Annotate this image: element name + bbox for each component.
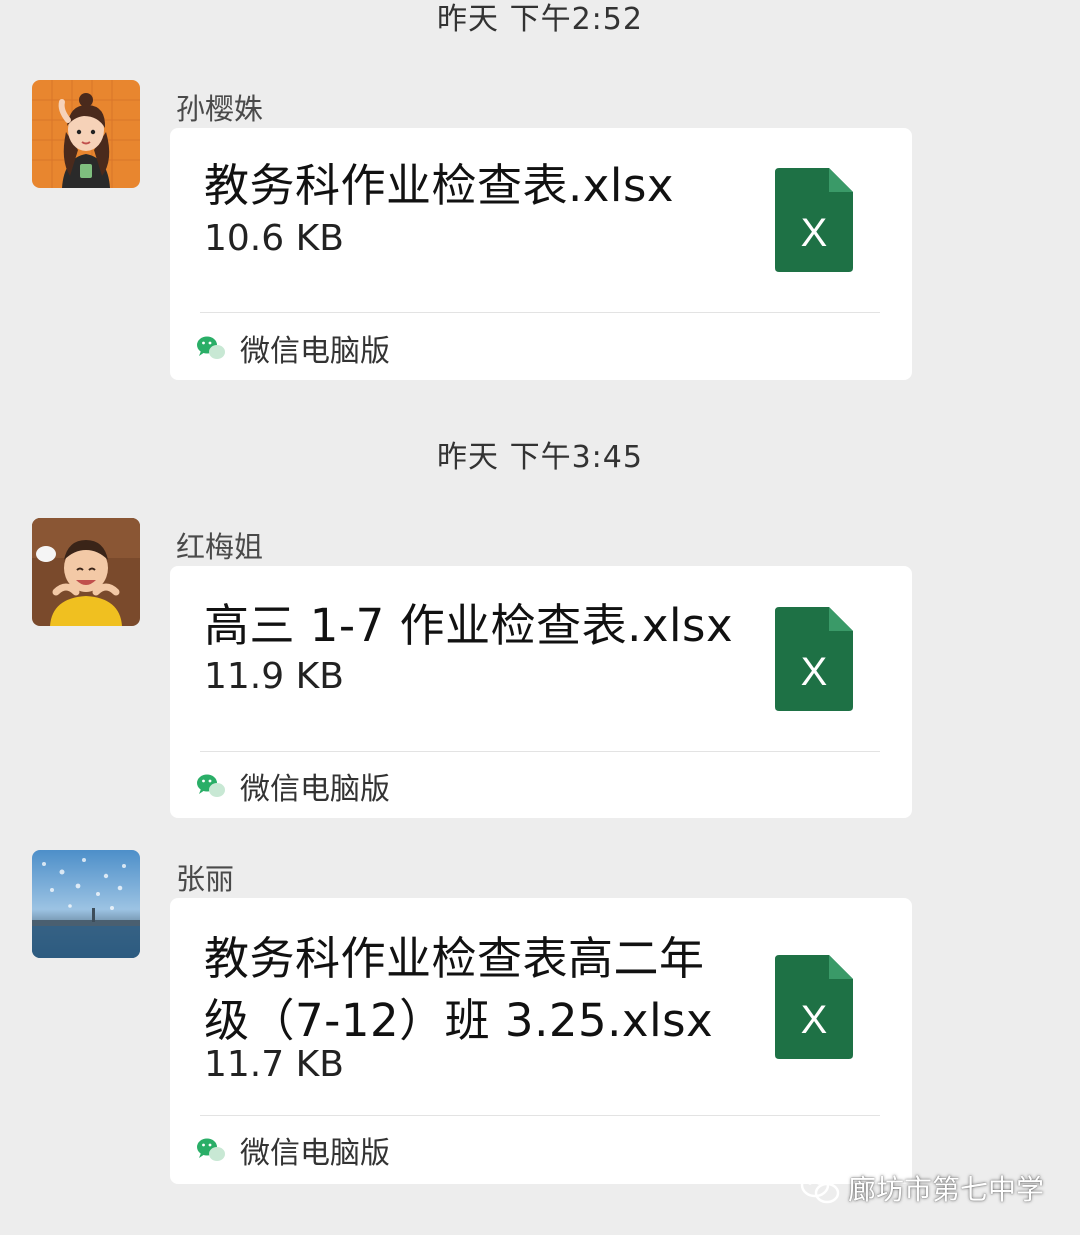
wechat-icon: [197, 336, 225, 359]
file-name: 教务科作业检查表高二年级（7-12）班 3.25.xlsx: [204, 932, 714, 1047]
watermark-text: 廊坊市第七中学: [847, 1173, 1044, 1206]
divider: [200, 1115, 880, 1116]
file-name: 教务科作业检查表.xlsx: [204, 159, 675, 212]
wechat-icon: [197, 774, 225, 797]
source-label: 微信电脑版: [240, 1136, 390, 1171]
wechat-icon: [800, 1172, 840, 1204]
excel-file-icon: X: [775, 607, 853, 711]
excel-file-icon: X: [775, 168, 853, 272]
timestamp: 昨天 下午2:52: [437, 2, 643, 37]
svg-text:X: X: [801, 211, 828, 255]
file-message-card[interactable]: 教务科作业检查表.xlsx 10.6 KB X 微信电脑版: [170, 128, 912, 380]
avatar-cartoon-girl-image: [32, 80, 140, 188]
source-app: 微信电脑版: [196, 1130, 390, 1171]
wechat-icon: [197, 1138, 225, 1161]
avatar-sender-3[interactable]: [32, 850, 140, 958]
divider: [200, 312, 880, 313]
file-message-card[interactable]: 教务科作业检查表高二年级（7-12）班 3.25.xlsx 11.7 KB X …: [170, 898, 912, 1184]
watermark: 廊坊市第七中学: [800, 1168, 1044, 1208]
timestamp: 昨天 下午3:45: [437, 440, 643, 475]
avatar-landscape-image: [32, 850, 140, 958]
source-label: 微信电脑版: [240, 334, 390, 369]
svg-text:X: X: [801, 650, 828, 694]
avatar-child-photo-image: [32, 518, 140, 626]
file-size: 11.9 KB: [204, 656, 344, 697]
file-size: 11.7 KB: [204, 1044, 344, 1085]
avatar-sender-2[interactable]: [32, 518, 140, 626]
avatar-sender-1[interactable]: [32, 80, 140, 188]
sender-name: 红梅姐: [176, 530, 264, 564]
svg-text:X: X: [801, 998, 828, 1042]
source-label: 微信电脑版: [240, 772, 390, 807]
sender-name: 孙樱姝: [176, 92, 264, 126]
file-message-card[interactable]: 高三 1-7 作业检查表.xlsx 11.9 KB X 微信电脑版: [170, 566, 912, 818]
sender-name: 张丽: [176, 862, 235, 896]
divider: [200, 751, 880, 752]
file-size: 10.6 KB: [204, 218, 344, 259]
excel-file-icon: X: [775, 955, 853, 1059]
source-app: 微信电脑版: [196, 328, 390, 369]
file-name: 高三 1-7 作业检查表.xlsx: [204, 599, 734, 652]
source-app: 微信电脑版: [196, 766, 390, 807]
